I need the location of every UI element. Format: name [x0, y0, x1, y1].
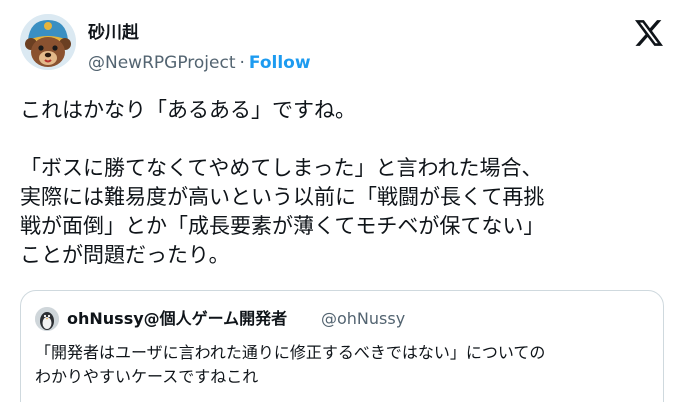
quoted-tweet[interactable]: ohNussy@個人ゲーム開発者 @ohNussy 「開発者はユーザに言われた通…	[20, 290, 664, 402]
x-logo-icon[interactable]	[635, 20, 663, 46]
bear-avatar-icon	[20, 14, 76, 70]
author-display-name[interactable]: 砂川赳	[88, 22, 139, 44]
penguin-avatar-icon	[35, 307, 59, 331]
follow-button[interactable]: Follow	[249, 53, 311, 73]
quote-author-handle[interactable]: @ohNussy	[321, 308, 405, 330]
tweet-text: これはかなり「あるある」ですね。 「ボスに勝てなくてやめてしまった」と言われた場…	[20, 98, 545, 267]
tweet-card: 砂川赳 @NewRPGProject · Follow これはかなり「あるある」です…	[0, 0, 679, 402]
separator-dot: ·	[239, 53, 245, 73]
author-avatar[interactable]	[20, 14, 76, 70]
quote-author-name[interactable]: ohNussy@個人ゲーム開発者	[67, 308, 287, 330]
quote-author-avatar[interactable]	[35, 307, 59, 331]
author-handle-row: @NewRPGProject · Follow	[88, 52, 311, 74]
author-handle[interactable]: @NewRPGProject	[88, 53, 235, 73]
quote-text: 「開発者はユーザに言われた通りに修正するべきではない」についての わかりやすいケ…	[35, 343, 546, 386]
